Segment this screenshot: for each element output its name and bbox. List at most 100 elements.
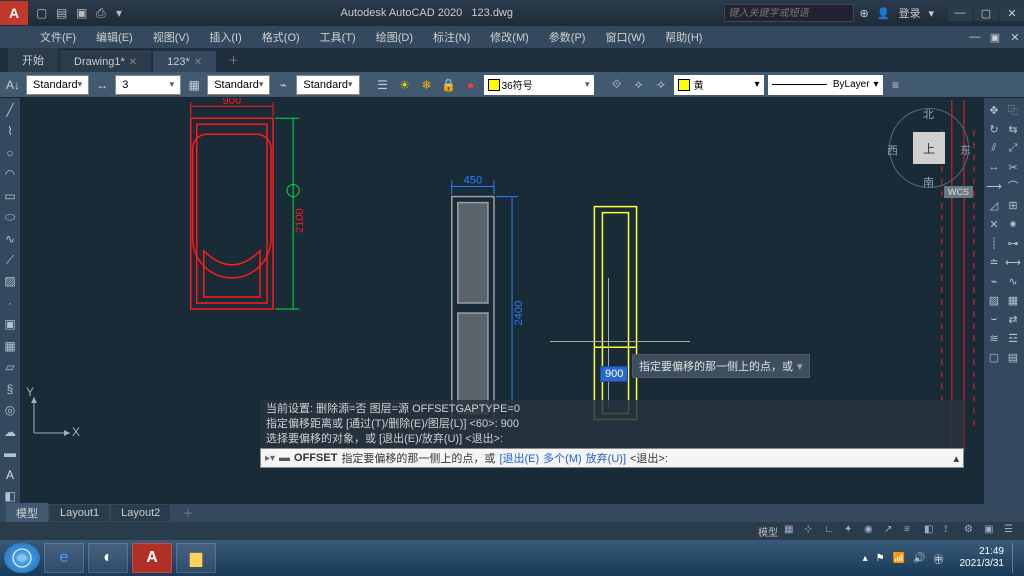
layer-states-icon[interactable]: ⟐ <box>608 76 626 94</box>
layer-freeze-icon[interactable]: ❄ <box>418 76 436 94</box>
chamfer-tool-icon[interactable]: ◿ <box>986 197 1002 213</box>
viewcube-top-face[interactable]: 上 <box>913 132 945 164</box>
annoscale-toggle-icon[interactable]: ⟟ <box>944 524 958 538</box>
erase-tool-icon[interactable]: ✕ <box>986 216 1002 232</box>
qat-new-icon[interactable]: ▢ <box>36 6 50 20</box>
dimscale-icon[interactable]: ↔ <box>93 76 111 94</box>
osnap-toggle-icon[interactable]: ◉ <box>864 524 878 538</box>
join-tool-icon[interactable]: ⊶ <box>1005 235 1021 251</box>
revision-tool-icon[interactable]: ☁ <box>2 424 18 439</box>
ortho-toggle-icon[interactable]: ∟ <box>824 524 838 538</box>
add-layout-button[interactable]: ＋ <box>172 503 203 523</box>
tab-drawing1[interactable]: Drawing1*✕ <box>60 51 151 72</box>
cmd-opt-multi[interactable]: 多个(M) <box>543 450 582 466</box>
copy-tool-icon[interactable]: ⿻ <box>1005 102 1021 118</box>
qat-print-icon[interactable]: ⎙ <box>96 6 110 20</box>
xline-tool-icon[interactable]: ⟋ <box>2 252 18 267</box>
start-button[interactable] <box>4 543 40 573</box>
grid-toggle-icon[interactable]: ▦ <box>784 524 798 538</box>
dimstyle-icon[interactable]: ▦ <box>185 76 203 94</box>
edit-array-icon[interactable]: ▦ <box>1005 292 1021 308</box>
offset-tool-icon[interactable]: ⫽ <box>986 140 1002 156</box>
gradient-tool-icon[interactable]: ◧ <box>2 488 18 503</box>
wcs-label[interactable]: WCS <box>944 186 973 198</box>
array-tool-icon[interactable]: ⊞ <box>1005 197 1021 213</box>
menu-draw[interactable]: 绘图(D) <box>368 27 421 47</box>
overkill-tool-icon[interactable]: ≋ <box>986 330 1002 346</box>
lineweight-icon[interactable]: ≡ <box>887 76 905 94</box>
workspace-switch-icon[interactable]: ⚙ <box>964 524 978 538</box>
fillet-tool-icon[interactable]: ⌒ <box>1005 178 1021 194</box>
tray-expand-icon[interactable]: ▴ <box>863 553 868 564</box>
trim-tool-icon[interactable]: ✂ <box>1005 159 1021 175</box>
edit-hatch-icon[interactable]: ▨ <box>986 292 1002 308</box>
draworder-icon[interactable]: ▤ <box>1005 349 1021 365</box>
compass-west[interactable]: 西 <box>887 142 898 158</box>
linetype-select[interactable]: ByLayer ▾ <box>768 75 883 95</box>
dynamic-input[interactable]: 900 <box>600 366 628 382</box>
otrack-toggle-icon[interactable]: ↗ <box>884 524 898 538</box>
ellipse-tool-icon[interactable]: ⬭ <box>2 209 18 224</box>
rotate-tool-icon[interactable]: ↻ <box>986 121 1002 137</box>
cmd-opt-undo[interactable]: 放弃(U)] <box>586 450 626 466</box>
snap-toggle-icon[interactable]: ⊹ <box>804 524 818 538</box>
wipeout-tool-icon[interactable]: ▬ <box>2 446 18 461</box>
explode-tool-icon[interactable]: ✷ <box>1005 216 1021 232</box>
polar-toggle-icon[interactable]: ✦ <box>844 524 858 538</box>
menu-insert[interactable]: 插入(I) <box>201 27 249 47</box>
doc-restore-button[interactable]: ▣ <box>986 31 1004 44</box>
taskbar-explorer[interactable]: ▆ <box>176 543 216 573</box>
edit-polyline-icon[interactable]: ⌁ <box>986 273 1002 289</box>
maximize-button[interactable]: ▢ <box>974 5 998 21</box>
qat-open-icon[interactable]: ▤ <box>56 6 70 20</box>
align-tool-icon[interactable]: ≐ <box>986 254 1002 270</box>
setbylayer-icon[interactable]: ☲ <box>1005 330 1021 346</box>
menu-file[interactable]: 文件(F) <box>32 27 84 47</box>
polyline-tool-icon[interactable]: ⌇ <box>2 123 18 138</box>
menu-modify[interactable]: 修改(M) <box>482 27 537 47</box>
tab-layout2[interactable]: Layout2 <box>111 505 170 521</box>
tablestyle-icon[interactable]: ⌁ <box>274 76 292 94</box>
tab-123[interactable]: 123*✕ <box>153 51 216 72</box>
donut-tool-icon[interactable]: ◎ <box>2 403 18 418</box>
tab-layout1[interactable]: Layout1 <box>50 505 109 521</box>
login-label[interactable]: 登录 <box>898 5 920 21</box>
menu-dimension[interactable]: 标注(N) <box>425 27 478 47</box>
show-desktop-button[interactable] <box>1012 543 1020 573</box>
move-tool-icon[interactable]: ✥ <box>986 102 1002 118</box>
menu-format[interactable]: 格式(O) <box>254 27 308 47</box>
new-tab-button[interactable]: ＋ <box>218 48 249 72</box>
app-icon[interactable]: A <box>0 1 28 25</box>
rectangle-tool-icon[interactable]: ▭ <box>2 188 18 203</box>
layer-off-icon[interactable]: ● <box>462 76 480 94</box>
lineweight-toggle-icon[interactable]: ≡ <box>904 524 918 538</box>
circle-tool-icon[interactable]: ○ <box>2 145 18 160</box>
scale-tool-icon[interactable]: ⤢ <box>1005 140 1021 156</box>
close-button[interactable]: ✕ <box>1000 5 1024 21</box>
change-space-icon[interactable]: ▢ <box>986 349 1002 365</box>
cmd-opt-exit[interactable]: [退出(E) <box>499 450 539 466</box>
helix-tool-icon[interactable]: § <box>2 381 18 396</box>
layer-sun-icon[interactable]: ☀ <box>396 76 414 94</box>
textstyle-select[interactable]: Standard▾ <box>26 75 89 95</box>
layer-iso-icon[interactable]: ⟡ <box>630 76 648 94</box>
user-icon[interactable]: 👤 <box>877 7 891 20</box>
tray-ime-icon[interactable]: ㊥ <box>934 551 944 566</box>
tab-model[interactable]: 模型 <box>6 503 48 523</box>
infocenter-icon[interactable]: ⊕ <box>860 7 869 20</box>
region-tool-icon[interactable]: ▱ <box>2 360 18 375</box>
doc-close-button[interactable]: ✕ <box>1006 31 1024 44</box>
cmd-expand-icon[interactable]: ▴ <box>953 452 959 465</box>
command-line[interactable]: ▸▾ ▬ OFFSET 指定要偏移的那一侧上的点，或 [退出(E) 多个(M) … <box>260 448 964 468</box>
transparency-toggle-icon[interactable]: ◧ <box>924 524 938 538</box>
break-tool-icon[interactable]: ┊ <box>986 235 1002 251</box>
menu-window[interactable]: 窗口(W) <box>597 27 653 47</box>
help-search-input[interactable] <box>724 4 854 22</box>
taskbar-browser[interactable]: ◐ <box>88 543 128 573</box>
taskbar-ie[interactable]: e <box>44 543 84 573</box>
layer-match-icon[interactable]: ⟢ <box>652 76 670 94</box>
arc-tool-icon[interactable]: ◠ <box>2 166 18 181</box>
textstyle-icon[interactable]: A↓ <box>4 76 22 94</box>
minimize-button[interactable]: — <box>948 5 972 21</box>
mtext-tool-icon[interactable]: A <box>2 467 18 482</box>
